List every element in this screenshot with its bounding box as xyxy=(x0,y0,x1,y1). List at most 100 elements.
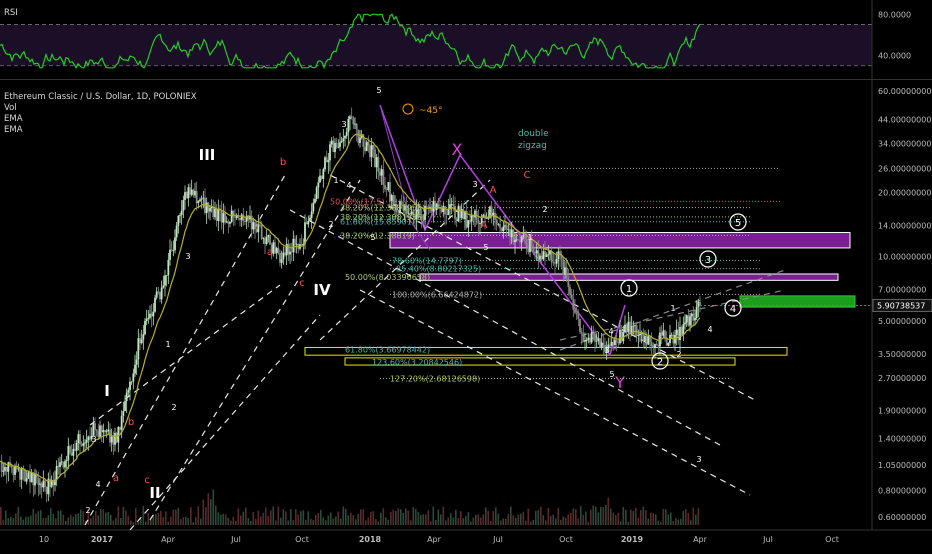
candle-body xyxy=(677,329,680,341)
volume-bar xyxy=(452,517,455,525)
candle-body xyxy=(97,430,100,437)
candle-body xyxy=(459,206,461,218)
candle-body xyxy=(587,337,590,341)
candle-body xyxy=(565,267,568,279)
candle-body xyxy=(175,225,178,238)
candle-body xyxy=(147,317,150,319)
candle-body xyxy=(192,189,195,196)
volume-bar xyxy=(642,506,645,525)
candle-body xyxy=(64,461,66,468)
volume-bar xyxy=(237,508,240,525)
volume-bar xyxy=(10,516,12,525)
wave-label: 3 xyxy=(91,435,96,444)
candle-body xyxy=(199,199,201,202)
candle-body xyxy=(660,332,663,336)
candle-body xyxy=(129,381,131,390)
candle-body xyxy=(269,234,271,245)
candle-body xyxy=(59,462,61,467)
volume-bar xyxy=(282,509,285,525)
volume-bar xyxy=(80,509,82,525)
fib-level-label: 50.00%(8.03396658) xyxy=(345,273,430,282)
candle-body xyxy=(624,324,626,333)
volume-bar xyxy=(0,506,2,525)
volume-bar xyxy=(37,511,40,525)
price-axis-tick: 60.00000000 xyxy=(878,87,931,96)
price-chart: 60.00000000 44.00000000 34.00000000 26.0000… xyxy=(0,80,932,544)
volume-bar xyxy=(367,517,370,525)
candle-body xyxy=(290,251,293,253)
volume-bar xyxy=(595,506,597,525)
candle-body xyxy=(202,197,205,199)
wave-label: c xyxy=(299,278,305,289)
candle-body xyxy=(332,140,335,152)
candle-body xyxy=(264,237,266,244)
candle-body xyxy=(189,187,191,195)
price-axis-tick: 34.00000000 xyxy=(878,140,931,149)
candle-body xyxy=(594,333,596,342)
volume-bar xyxy=(475,514,477,525)
wave-label: b xyxy=(128,417,134,428)
volume-bar xyxy=(195,516,197,525)
candle-body xyxy=(340,140,343,143)
volume-bar xyxy=(115,518,117,525)
rsi-pane[interactable]: 80.0000 40.0000 xyxy=(0,0,932,80)
candle-body xyxy=(12,467,15,475)
volume-bar xyxy=(245,507,247,525)
wave-label: C xyxy=(524,170,531,181)
wave-label: 3 xyxy=(696,455,701,464)
candle-body xyxy=(190,189,193,195)
volume-bar xyxy=(32,508,35,525)
study-ema-2[interactable]: EMA xyxy=(4,125,197,136)
candle-body xyxy=(639,333,641,336)
volume-bar xyxy=(675,518,677,525)
volume-bar xyxy=(247,518,250,525)
volume-bar xyxy=(297,514,300,525)
candle-body xyxy=(162,285,165,288)
candle-body xyxy=(259,224,261,226)
candle-body xyxy=(387,182,390,190)
price-pane[interactable]: 60.00000000 44.00000000 34.00000000 26.0000… xyxy=(0,80,932,550)
candle-body xyxy=(174,237,176,251)
candle-body xyxy=(222,213,225,223)
study-ema-1[interactable]: EMA xyxy=(4,114,197,125)
volume-bar xyxy=(337,511,340,525)
candle-body xyxy=(260,224,263,239)
candle-body xyxy=(295,243,298,245)
candle-body xyxy=(124,401,126,411)
symbol-title[interactable]: Ethereum Classic / U.S. Dollar, 1D, POLO… xyxy=(4,92,197,103)
volume-bar xyxy=(545,520,547,525)
time-axis-tick: 2018 xyxy=(359,535,382,544)
volume-bar xyxy=(70,514,72,525)
wave-label-circled: 3 xyxy=(705,255,711,266)
candle-body xyxy=(505,225,508,230)
candle-body xyxy=(384,184,386,190)
candle-body xyxy=(602,342,605,346)
volume-bar xyxy=(285,511,287,525)
candle-body xyxy=(569,287,571,295)
candle-body xyxy=(69,446,71,453)
volume-bar xyxy=(92,515,95,525)
candle-body xyxy=(649,336,651,343)
candle-body xyxy=(232,210,235,217)
wave-label: 4 xyxy=(707,325,712,334)
volume-bar xyxy=(112,520,115,525)
rsi-axis-tick: 40.0000 xyxy=(878,51,911,60)
candle-body xyxy=(187,187,190,199)
volume-bar xyxy=(357,513,360,525)
candle-body xyxy=(167,259,170,276)
study-vol[interactable]: Vol xyxy=(4,103,197,114)
wave-label: 3 xyxy=(341,120,346,129)
candle-body xyxy=(692,313,695,321)
volume-bar xyxy=(527,508,530,525)
time-axis-tick: Jul xyxy=(230,535,241,544)
volume-bar xyxy=(5,510,7,525)
candle-body xyxy=(20,469,23,480)
volume-bar xyxy=(52,514,55,525)
volume-bar xyxy=(227,517,230,525)
candle-body xyxy=(577,314,580,319)
volume-bar xyxy=(132,521,135,525)
candle-body xyxy=(182,200,185,211)
candle-body xyxy=(600,342,603,347)
candle-body xyxy=(640,333,643,335)
volume-bar xyxy=(97,515,100,525)
